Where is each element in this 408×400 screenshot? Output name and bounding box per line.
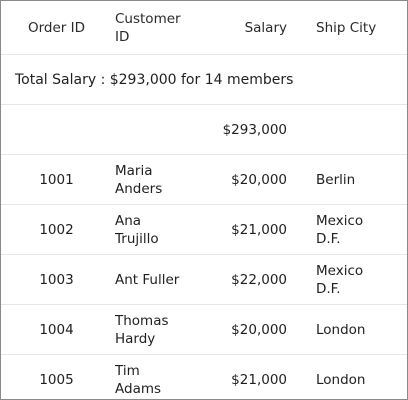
table-row[interactable]: 1002 Ana Trujillo $21,000 Mexico D.F. bbox=[1, 205, 407, 255]
customer-id-line: Thomas bbox=[115, 312, 169, 329]
ship-city-line: D.F. bbox=[316, 280, 341, 297]
column-header-order-id[interactable]: Order ID bbox=[1, 19, 104, 37]
salary-cell: $20,000 bbox=[231, 171, 287, 188]
column-header-label: Customer bbox=[115, 10, 181, 27]
customer-id-cell: Ant Fuller bbox=[104, 271, 199, 289]
ship-city-line: London bbox=[316, 371, 366, 388]
order-id-cell: 1004 bbox=[39, 321, 74, 338]
customer-id-line: Adams bbox=[115, 380, 162, 397]
data-grid: Order ID Customer ID Salary Ship City To… bbox=[0, 0, 408, 400]
order-id-cell: 1003 bbox=[39, 271, 74, 288]
salary-cell: $22,000 bbox=[231, 271, 287, 288]
column-header-label: Ship City bbox=[316, 19, 377, 36]
ship-city-cell: Berlin bbox=[289, 171, 407, 189]
ship-city-cell: London bbox=[289, 371, 407, 389]
customer-id-cell: Ana Trujillo bbox=[104, 212, 199, 248]
customer-id-line: Anders bbox=[115, 180, 163, 197]
group-caption-text: Total Salary : $293,000 for 14 members bbox=[15, 71, 294, 88]
ship-city-cell: London bbox=[289, 321, 407, 339]
ship-city-line: London bbox=[316, 321, 366, 338]
customer-id-cell: Maria Anders bbox=[104, 162, 199, 198]
column-header-label: ID bbox=[115, 28, 130, 45]
customer-id-cell: Tim Adams bbox=[104, 362, 199, 398]
column-header-label: Salary bbox=[244, 19, 287, 36]
customer-id-line: Ana bbox=[115, 212, 142, 229]
salary-cell: $21,000 bbox=[231, 371, 287, 388]
ship-city-line: D.F. bbox=[316, 230, 341, 247]
customer-id-line: Tim bbox=[115, 362, 140, 379]
ship-city-line: Mexico bbox=[316, 212, 364, 229]
group-caption-row[interactable]: Total Salary : $293,000 for 14 members bbox=[1, 55, 407, 105]
ship-city-cell: Mexico D.F. bbox=[289, 262, 407, 298]
table-row[interactable]: 1003 Ant Fuller $22,000 Mexico D.F. bbox=[1, 255, 407, 305]
salary-cell: $20,000 bbox=[231, 321, 287, 338]
order-id-cell: 1001 bbox=[39, 171, 74, 188]
table-row[interactable]: 1005 Tim Adams $21,000 London bbox=[1, 355, 407, 399]
table-row[interactable]: 1001 Maria Anders $20,000 Berlin bbox=[1, 155, 407, 205]
customer-id-line: Ant Fuller bbox=[115, 271, 180, 288]
group-summary-row: $293,000 bbox=[1, 105, 407, 155]
column-header-ship-city[interactable]: Ship City bbox=[289, 19, 407, 37]
salary-cell: $21,000 bbox=[231, 221, 287, 238]
customer-id-line: Maria bbox=[115, 162, 153, 179]
column-header-customer-id[interactable]: Customer ID bbox=[104, 10, 199, 46]
ship-city-cell: Mexico D.F. bbox=[289, 212, 407, 248]
column-header-row: Order ID Customer ID Salary Ship City bbox=[1, 1, 407, 55]
customer-id-line: Trujillo bbox=[115, 230, 159, 247]
customer-id-line: Hardy bbox=[115, 330, 156, 347]
ship-city-line: Berlin bbox=[316, 171, 356, 188]
order-id-cell: 1002 bbox=[39, 221, 74, 238]
order-id-cell: 1005 bbox=[39, 371, 74, 388]
ship-city-line: Mexico bbox=[316, 262, 364, 279]
column-header-label: Order ID bbox=[27, 19, 86, 36]
summary-salary-total: $293,000 bbox=[222, 121, 287, 138]
table-row[interactable]: 1004 Thomas Hardy $20,000 London bbox=[1, 305, 407, 355]
customer-id-cell: Thomas Hardy bbox=[104, 312, 199, 348]
column-header-salary[interactable]: Salary bbox=[199, 19, 289, 37]
